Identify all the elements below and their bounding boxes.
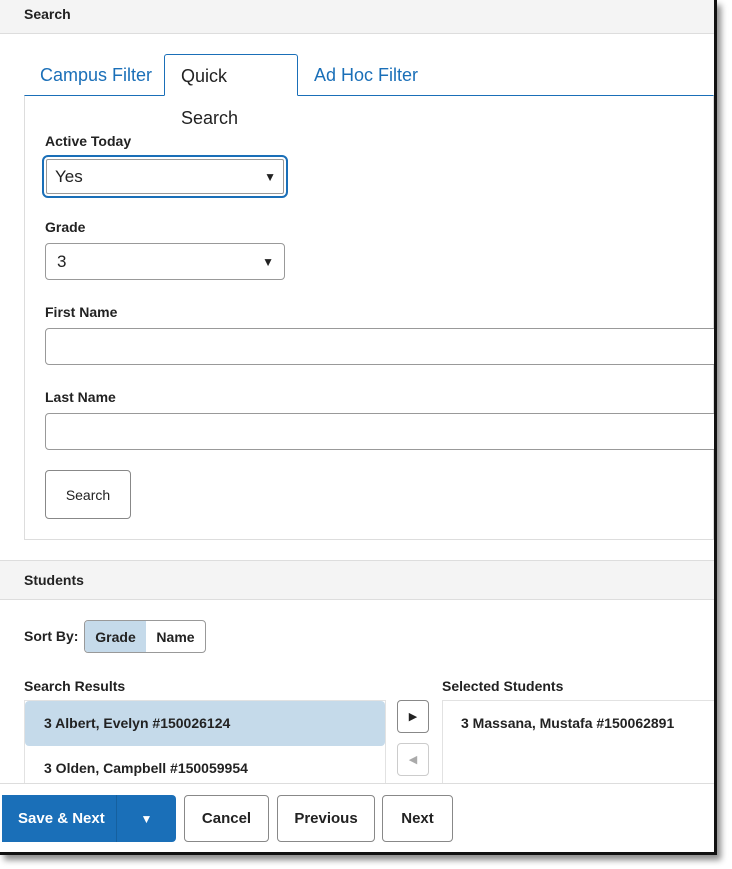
tab-campus-filter[interactable]: Campus Filter — [24, 54, 168, 96]
save-options-dropdown[interactable]: ▼ — [117, 795, 176, 842]
search-results-label: Search Results — [24, 678, 126, 694]
caret-down-icon: ▼ — [140, 811, 153, 826]
active-today-label: Active Today — [45, 133, 132, 149]
first-name-label: First Name — [45, 304, 118, 320]
tab-ad-hoc-filter[interactable]: Ad Hoc Filter — [298, 54, 434, 96]
remove-student-button[interactable]: ◀ — [397, 743, 429, 776]
first-name-input[interactable] — [45, 328, 714, 365]
grade-select[interactable]: 3 ▼ — [45, 243, 285, 280]
list-item[interactable]: 3 Albert, Evelyn #150026124 — [25, 701, 385, 746]
next-button[interactable]: Next — [382, 795, 453, 842]
caret-down-icon: ▼ — [262, 254, 274, 269]
sort-by-label: Sort By: — [24, 628, 79, 644]
previous-button[interactable]: Previous — [277, 795, 375, 842]
search-button[interactable]: Search — [45, 470, 131, 519]
active-today-select[interactable]: Yes ▼ — [42, 155, 288, 198]
list-item[interactable]: 3 Massana, Mustafa #150062891 — [443, 701, 714, 746]
active-today-value: Yes — [55, 166, 83, 186]
students-section-title: Students — [24, 572, 84, 588]
selected-students-label: Selected Students — [442, 678, 564, 694]
grade-label: Grade — [45, 219, 86, 235]
tab-quick-search[interactable]: Quick Search — [164, 54, 298, 128]
search-section-header: Search — [0, 0, 714, 34]
caret-down-icon: ▼ — [264, 169, 276, 184]
save-next-button[interactable]: Save & Next — [2, 795, 117, 842]
save-next-split-button: Save & Next ▼ — [2, 795, 176, 842]
grade-value: 3 — [57, 251, 67, 271]
arrow-left-icon: ◀ — [408, 754, 418, 766]
sort-name-button[interactable]: Name — [146, 621, 205, 652]
add-student-button[interactable]: ▶ — [397, 700, 429, 733]
last-name-label: Last Name — [45, 389, 116, 405]
window: Search Campus Filter Quick Search Ad Hoc… — [0, 0, 717, 855]
search-section-title: Search — [24, 6, 71, 22]
arrow-right-icon: ▶ — [408, 711, 418, 723]
cancel-button[interactable]: Cancel — [184, 795, 269, 842]
last-name-input[interactable] — [45, 413, 714, 450]
sort-toggle: Grade Name — [84, 620, 206, 653]
sort-grade-button[interactable]: Grade — [85, 621, 146, 652]
students-section-header: Students — [0, 560, 714, 600]
